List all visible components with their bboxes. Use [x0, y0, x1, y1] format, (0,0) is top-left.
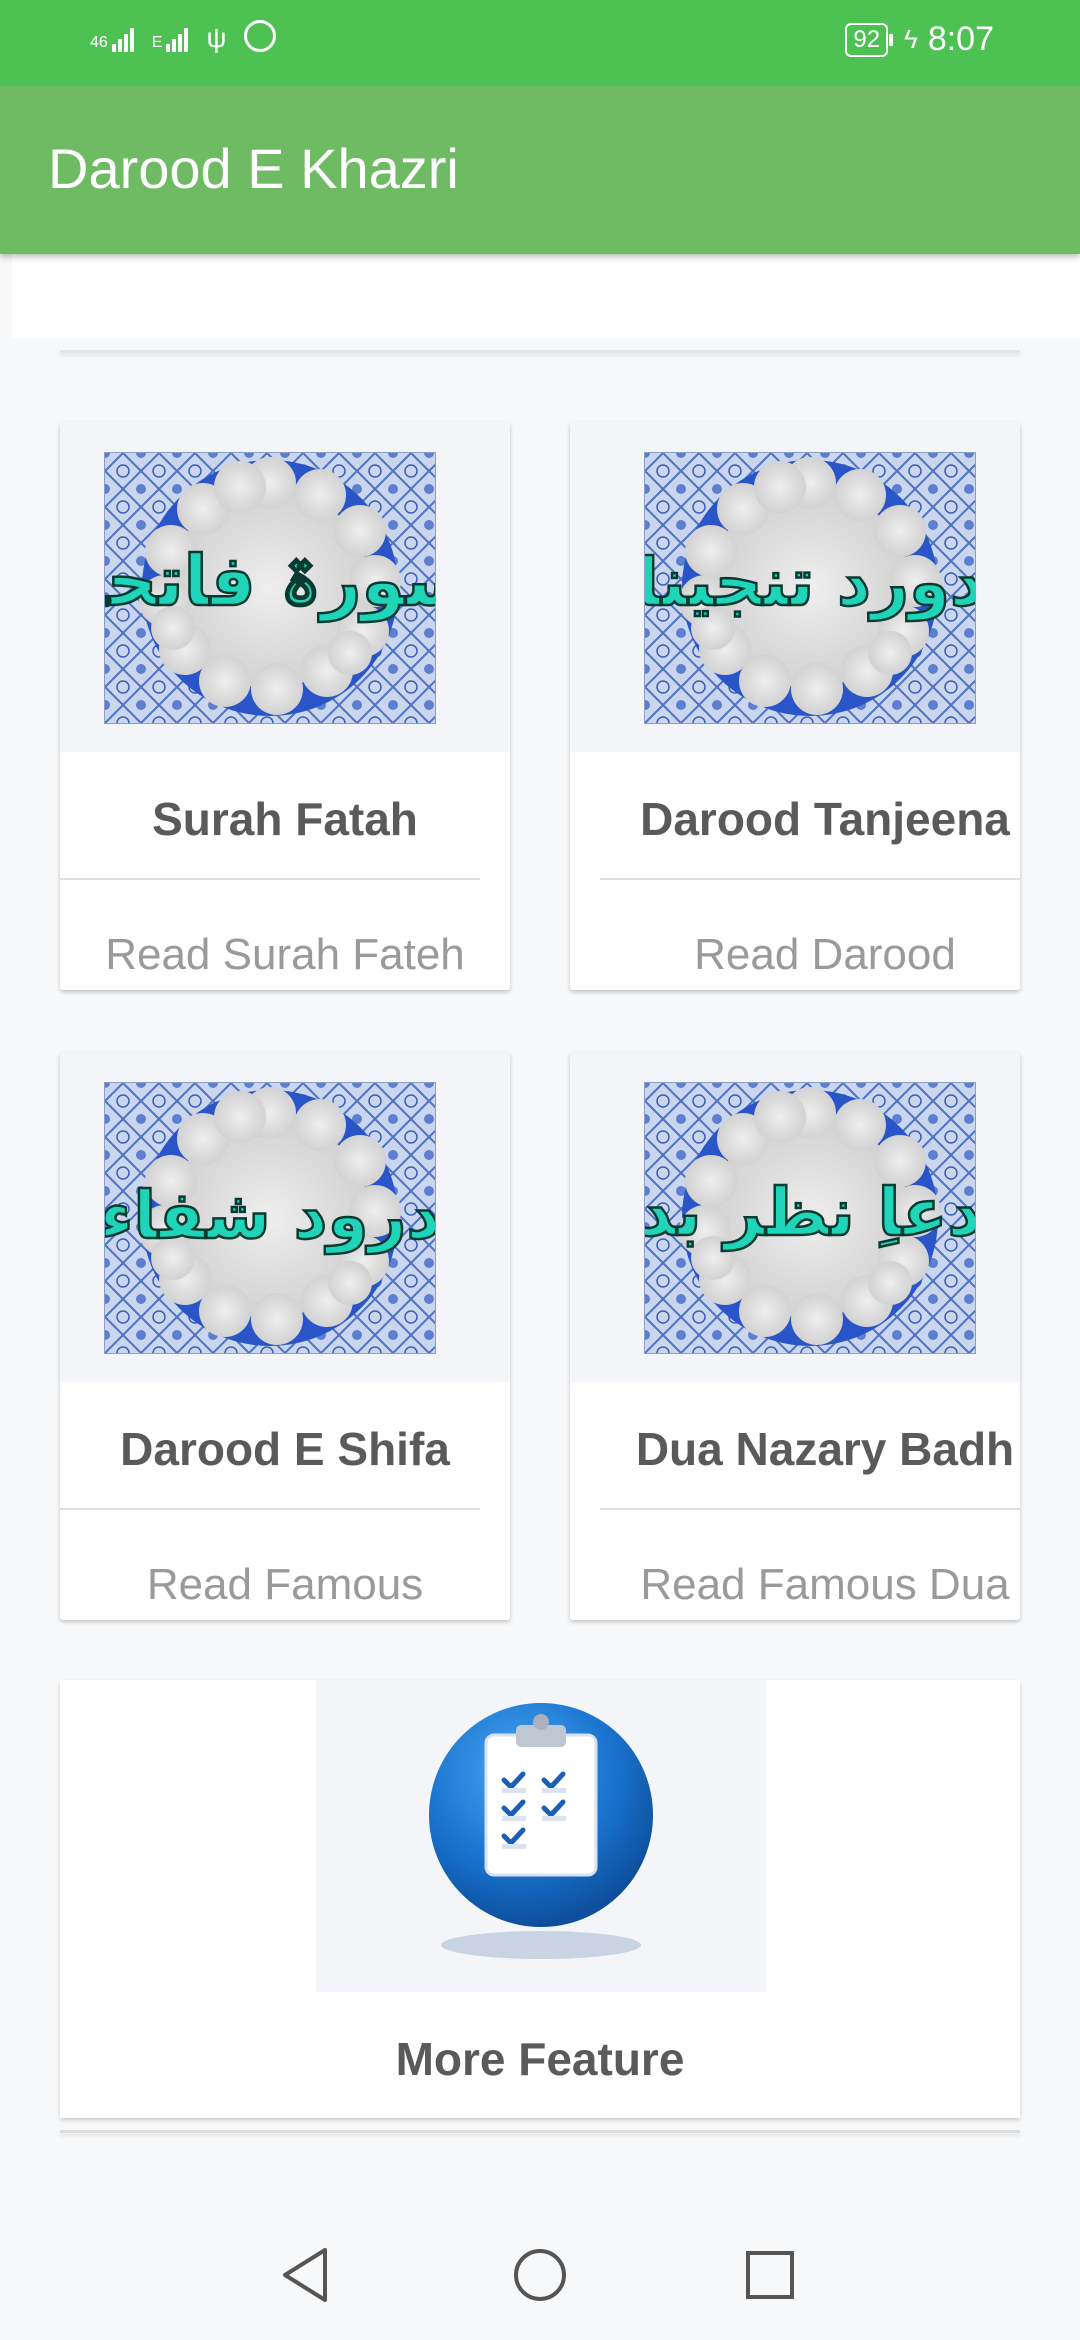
app-bar: Darood E Khazri [0, 86, 1080, 254]
card-divider [600, 1508, 1020, 1510]
navigation-bar [0, 2210, 1080, 2340]
card-surah-fatah[interactable]: سورۃ فاتحہ Surah Fatah Read Surah Fateh [60, 422, 510, 990]
card-title: Darood E Shifa [120, 1423, 450, 1475]
battery-icon: 92 [845, 22, 893, 57]
card-image-area: درود شفاء [60, 1052, 510, 1382]
card-title: Dua Nazary Badh [635, 1423, 1015, 1475]
surah-fatah-image: سورۃ فاتحہ [104, 452, 436, 724]
status-icons-left: 46 E ψ [90, 20, 277, 53]
bottom-divider [60, 2130, 1020, 2133]
card-subtitle: Read Famous [146, 1560, 424, 1609]
whatsapp-icon [244, 20, 277, 52]
clock: 8:07 [927, 20, 994, 58]
signal-icon-2: E [152, 28, 189, 52]
card-divider [60, 1508, 480, 1510]
usb-icon: ψ [206, 22, 227, 53]
card-darood-e-shifa[interactable]: درود شفاء Darood E Shifa Read Famous [60, 1052, 510, 1620]
top-divider [60, 350, 1020, 353]
card-dua-nazary-badh[interactable]: دعاِ نظر بد Dua Nazary Badh Read Famous … [570, 1052, 1020, 1620]
app-title: Darood E Khazri [48, 137, 459, 200]
darood-tanjeena-image: دورد تنجینا [644, 452, 976, 724]
svg-text:دعاِ نظر بد: دعاِ نظر بد [645, 1174, 975, 1251]
card-image-area: سورۃ فاتحہ [60, 422, 510, 752]
card-divider [60, 878, 480, 880]
card-subtitle: Read Surah Fateh [105, 930, 465, 979]
back-icon[interactable] [273, 2240, 343, 2310]
card-subtitle: Read Famous Dua [640, 1560, 1010, 1609]
card-title: Surah Fatah [152, 793, 418, 845]
darood-e-shifa-image: درود شفاء [104, 1082, 436, 1354]
card-subtitle: Read Darood [694, 930, 956, 979]
recents-icon[interactable] [735, 2240, 805, 2310]
home-icon[interactable] [505, 2240, 575, 2310]
more-feature-image [316, 1680, 766, 1992]
more-feature-card[interactable]: More Feature [60, 1680, 1020, 2118]
charging-icon: ϟ [904, 24, 918, 54]
svg-text:سورۃ فاتحہ: سورۃ فاتحہ [105, 540, 435, 622]
dua-nazary-badh-image: دعاِ نظر بد [644, 1082, 976, 1354]
more-feature-title: More Feature [395, 2033, 685, 2085]
card-image-area: دورد تنجینا [570, 422, 1020, 752]
card-title: Darood Tanjeena [640, 793, 1010, 845]
signal-icon: 46 [90, 28, 134, 52]
card-divider [600, 878, 1020, 880]
card-image-area: دعاِ نظر بد [570, 1052, 1020, 1382]
card-darood-tanjeena[interactable]: دورد تنجینا Darood Tanjeena Read Darood [570, 422, 1020, 990]
status-icons-right: 92 ϟ 8:07 [845, 20, 994, 59]
clipboard-checklist-icon [429, 1703, 653, 1959]
svg-text:دورد تنجینا: دورد تنجینا [645, 544, 975, 622]
svg-text:درود شفاء: درود شفاء [105, 1177, 435, 1255]
status-bar: 46 E ψ 92 ϟ 8:07 [0, 0, 1080, 86]
top-strip [12, 254, 1080, 338]
